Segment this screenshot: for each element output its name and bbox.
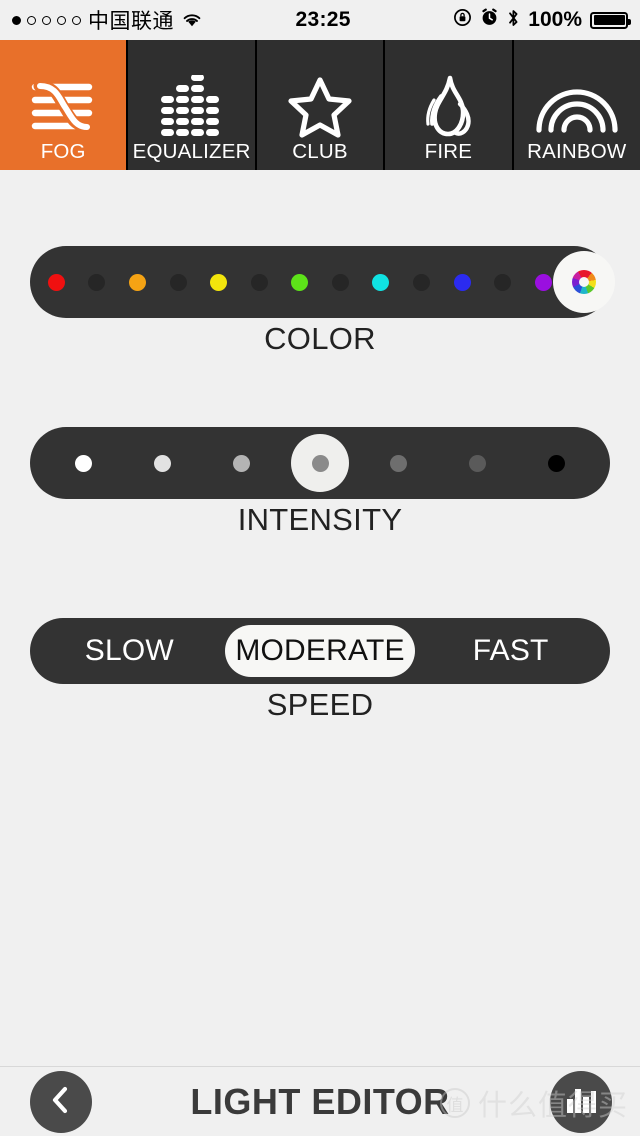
swatch-dot [210,273,228,291]
color-swatch-yellow[interactable] [198,246,239,318]
intensity-slider[interactable] [30,427,610,499]
selected-indicator [552,251,615,313]
swatch-dot [331,273,349,291]
color-swatch-multicolor[interactable] [552,246,615,318]
rotation-lock-icon [453,8,472,32]
tab-fog[interactable]: FOG [0,40,129,170]
speed-segmented-control[interactable]: SLOW MODERATE FAST [30,618,610,684]
tab-label: RAINBOW [527,139,627,163]
intensity-dot [74,454,92,472]
rainbow-icon [534,72,620,142]
speed-option-slow[interactable]: SLOW [34,625,225,677]
swatch-dot [47,273,65,291]
alarm-clock-icon [480,8,499,32]
equalizer-icon [157,72,227,142]
swatch-dot [291,273,309,291]
swatch-dot [494,273,512,291]
swatch-dot [250,273,268,291]
intensity-dot [311,454,329,472]
color-swatch-empty-2[interactable] [158,246,199,318]
intensity-control-group: INTENSITY [30,427,610,537]
mode-tab-bar[interactable]: FOG EQUALIZER CLUB FIRE RAINBOW [0,40,640,170]
page-title: LIGHT EDITOR [190,1080,450,1122]
color-swatch-orange[interactable] [117,246,158,318]
color-swatch-red[interactable] [36,246,77,318]
carrier-name: 中国联通 [88,10,174,33]
fog-icon [26,72,100,142]
tab-equalizer[interactable]: EQUALIZER [128,40,257,170]
color-wheel-icon [571,270,596,294]
intensity-step-1[interactable] [44,427,123,499]
signal-dot-5 [72,15,81,25]
chevron-left-icon [48,1085,74,1120]
color-swatch-empty-5[interactable] [401,246,442,318]
intensity-step-6[interactable] [438,427,517,499]
tab-fire[interactable]: FIRE [385,40,514,170]
intensity-dot [548,454,566,472]
color-swatch-empty-3[interactable] [239,246,280,318]
intensity-dot [153,454,171,472]
star-icon [287,72,353,142]
swatch-dot [88,273,106,291]
intensity-label: INTENSITY [237,502,403,537]
tab-label: CLUB [292,139,348,163]
color-swatch-green[interactable] [279,246,320,318]
intensity-dot [469,454,487,472]
intensity-step-7[interactable] [517,427,596,499]
intensity-dot [390,454,408,472]
intensity-step-4[interactable] [281,427,360,499]
intensity-step-5[interactable] [359,427,438,499]
signal-dot-1 [12,15,21,25]
intensity-dot [232,454,250,472]
signal-dot-4 [57,15,66,25]
intensity-step-2[interactable] [123,427,202,499]
color-swatch-empty-1[interactable] [77,246,118,318]
status-bar-right: 100% [453,8,631,33]
signal-dot-2 [27,15,36,25]
color-swatch-empty-6[interactable] [482,246,523,318]
tab-rainbow[interactable]: RAINBOW [513,40,640,170]
bottom-bar: LIGHT EDITOR 值 什么值得买 [0,1066,640,1136]
status-bar: 中国联通 23:25 100% [0,0,640,40]
color-swatch-empty-4[interactable] [320,246,361,318]
wifi-icon [181,12,203,28]
back-button[interactable] [30,1071,92,1133]
swatch-dot [534,273,552,291]
speed-label: SPEED [266,687,374,722]
speed-option-fast[interactable]: FAST [415,625,606,677]
tab-label: FOG [40,139,86,163]
signal-dot-3 [42,15,51,25]
color-selector[interactable] [30,246,615,318]
color-swatch-blue[interactable] [442,246,483,318]
battery-percent: 100% [528,8,582,31]
color-control-group: COLOR [30,246,615,356]
equalizer-bars-icon [565,1085,597,1120]
intensity-step-3[interactable] [202,427,281,499]
swatch-dot [453,273,471,291]
color-swatch-cyan[interactable] [361,246,402,318]
battery-full-icon [590,11,631,29]
flame-icon [416,72,480,142]
signal-strength-dots [12,15,81,25]
speed-control-group: SLOW MODERATE FAST SPEED [30,618,610,722]
tab-label: EQUALIZER [132,139,251,163]
status-bar-left: 中国联通 [12,5,203,35]
color-label: COLOR [264,321,376,356]
tab-club[interactable]: CLUB [256,40,386,170]
tab-label: FIRE [424,139,473,163]
swatch-dot [128,273,146,291]
speed-option-moderate[interactable]: MODERATE [224,625,416,677]
equalizer-button[interactable] [550,1071,612,1133]
swatch-dot [169,273,187,291]
swatch-dot [412,273,430,291]
swatch-dot [372,273,390,291]
status-bar-time: 23:25 [295,8,351,31]
light-editor-content: COLOR INTENSITY SLOW MODERATE FAST SPEED [0,170,640,1066]
bluetooth-icon [507,8,520,33]
